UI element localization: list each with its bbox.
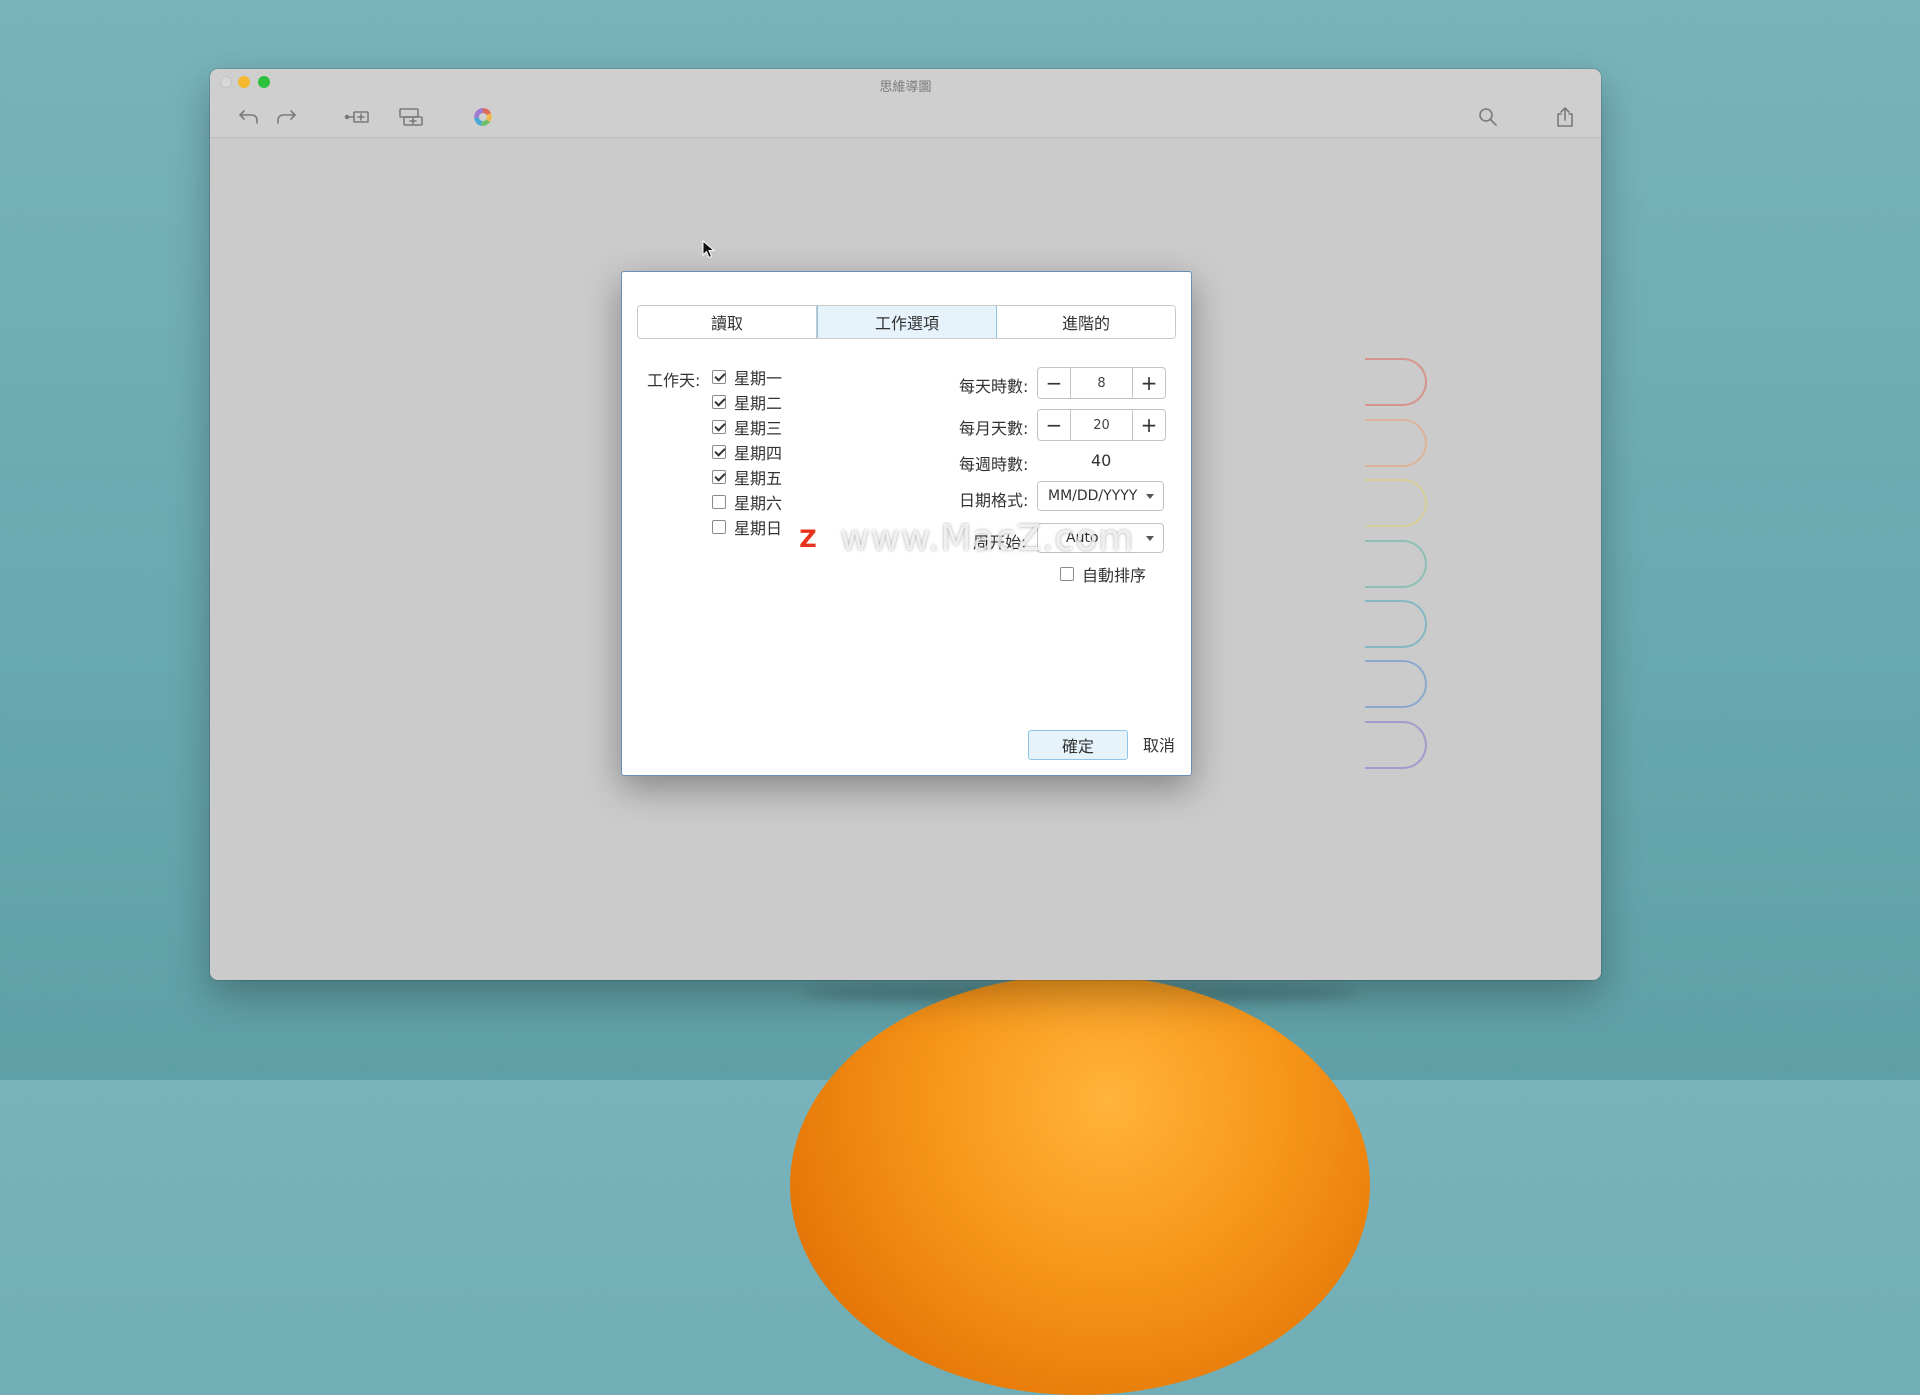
- mind-map-node[interactable]: [1365, 479, 1427, 527]
- tab-work-options[interactable]: 工作選項: [817, 306, 997, 338]
- insert-sibling-icon: [399, 108, 423, 126]
- mind-map-node[interactable]: [1365, 721, 1427, 769]
- auto-sort-label: 自動排序: [1082, 566, 1147, 585]
- chevron-down-icon: [1146, 494, 1154, 499]
- days-per-month-value[interactable]: 20: [1070, 410, 1133, 440]
- date-format-select[interactable]: MM/DD/YYYY: [1037, 481, 1164, 511]
- color-theme-button[interactable]: [468, 103, 498, 131]
- increment-button[interactable]: +: [1133, 368, 1165, 398]
- day-label: 星期日: [734, 519, 783, 538]
- date-format-label: 日期格式:: [959, 491, 1029, 510]
- day-checkbox-wednesday[interactable]: 星期三: [712, 415, 782, 439]
- checkbox[interactable]: [712, 420, 726, 434]
- day-label: 星期六: [734, 494, 783, 513]
- days-per-month-stepper: − 20 +: [1037, 409, 1166, 441]
- dialog-tab-bar: 讀取 工作選項 進階的: [637, 305, 1176, 339]
- share-button[interactable]: [1550, 103, 1580, 131]
- checkbox[interactable]: [1060, 567, 1074, 581]
- week-start-value: Auto: [1066, 530, 1099, 546]
- hours-per-week-label: 每週時數:: [959, 455, 1029, 474]
- day-label: 星期五: [734, 469, 783, 488]
- checkbox[interactable]: [712, 370, 726, 384]
- day-checkbox-friday[interactable]: 星期五: [712, 465, 782, 489]
- mind-map-node[interactable]: [1365, 540, 1427, 588]
- checkbox[interactable]: [712, 520, 726, 534]
- share-icon: [1557, 107, 1573, 127]
- week-start-label: 周开始:: [973, 533, 1027, 552]
- ok-button[interactable]: 確定: [1028, 730, 1128, 760]
- cancel-button[interactable]: 取消: [1143, 730, 1175, 758]
- chevron-down-icon: [1146, 536, 1154, 541]
- day-label: 星期一: [734, 369, 783, 388]
- tab-read[interactable]: 讀取: [638, 306, 817, 338]
- date-format-value: MM/DD/YYYY: [1048, 488, 1138, 504]
- day-checkbox-saturday[interactable]: 星期六: [712, 490, 782, 514]
- hours-per-day-value[interactable]: 8: [1070, 368, 1133, 398]
- undo-button[interactable]: [234, 103, 264, 131]
- day-checkbox-tuesday[interactable]: 星期二: [712, 390, 782, 414]
- hours-per-day-label: 每天時數:: [959, 377, 1029, 396]
- mind-map-node[interactable]: [1365, 660, 1427, 708]
- hours-per-week-value: 40: [1091, 451, 1112, 470]
- day-checkbox-thursday[interactable]: 星期四: [712, 440, 782, 464]
- checkbox[interactable]: [712, 445, 726, 459]
- tab-advanced[interactable]: 進階的: [997, 306, 1175, 338]
- workdays-label: 工作天:: [647, 371, 701, 390]
- day-label: 星期二: [734, 394, 783, 413]
- redo-icon: [277, 110, 296, 124]
- color-theme-icon: [474, 108, 492, 126]
- undo-icon: [239, 110, 258, 124]
- decrement-button[interactable]: −: [1038, 368, 1070, 398]
- day-checkbox-monday[interactable]: 星期一: [712, 365, 782, 389]
- orange-fruit-image: [790, 975, 1370, 1395]
- search-button[interactable]: [1473, 103, 1503, 131]
- mouse-cursor-icon: [702, 240, 716, 259]
- checkbox[interactable]: [712, 495, 726, 509]
- mind-map-node[interactable]: [1365, 600, 1427, 648]
- week-start-select[interactable]: Auto: [1037, 523, 1164, 553]
- insert-sibling-button[interactable]: [394, 103, 428, 131]
- day-checkbox-sunday[interactable]: 星期日: [712, 515, 782, 539]
- title-bar: 思維導圖: [210, 69, 1601, 138]
- window-title: 思維導圖: [879, 80, 932, 95]
- day-label: 星期三: [734, 419, 783, 438]
- search-icon: [1479, 108, 1497, 126]
- decrement-button[interactable]: −: [1038, 410, 1070, 440]
- hours-per-day-stepper: − 8 +: [1037, 367, 1166, 399]
- checkbox[interactable]: [712, 395, 726, 409]
- redo-button[interactable]: [271, 103, 301, 131]
- increment-button[interactable]: +: [1133, 410, 1165, 440]
- mind-map-node[interactable]: [1365, 358, 1427, 406]
- days-per-month-label: 每月天數:: [959, 419, 1029, 438]
- work-options-dialog: 讀取 工作選項 進階的 工作天: 星期一 星期二 星期三 星期四 星期五 星期六…: [621, 271, 1192, 776]
- auto-sort-checkbox[interactable]: 自動排序: [1060, 562, 1146, 586]
- insert-child-icon: [344, 111, 369, 123]
- insert-child-button[interactable]: [342, 103, 376, 131]
- mind-map-node[interactable]: [1365, 419, 1427, 467]
- day-label: 星期四: [734, 444, 783, 463]
- checkbox[interactable]: [712, 470, 726, 484]
